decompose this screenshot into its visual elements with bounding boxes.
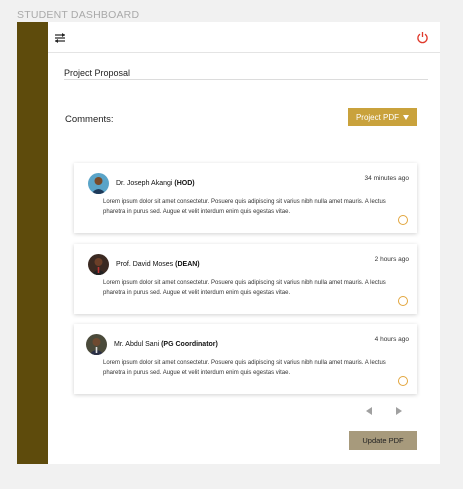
main-panel: Project Proposal Comments: Project PDF D… [48,22,440,464]
comment-text: Lorem ipsum dolor sit amet consectetur. … [103,280,386,296]
chevron-left-icon[interactable] [366,407,372,415]
comment-time: 2 hours ago [374,256,409,263]
project-pdf-label: Project PDF [355,112,400,122]
chevron-right-icon[interactable] [396,407,402,415]
top-bar [48,22,440,53]
comment-card: Dr. Joseph Akangi (HOD) 34 minutes ago L… [74,163,417,233]
commenter-name: Mr. Abdul Sani (PG Coordinator) [114,341,218,348]
avatar [88,254,109,275]
comment-card: Mr. Abdul Sani (PG Coordinator) 4 hours … [74,324,417,394]
page-title: Project Proposal [64,68,131,78]
status-circle-icon[interactable] [398,215,408,225]
update-pdf-button[interactable]: Update PDF [349,431,417,450]
sidebar [17,22,48,464]
comment-card: Prof. David Moses (DEAN) 2 hours ago Lor… [74,244,417,314]
commenter-name: Prof. David Moses (DEAN) [116,261,200,268]
comment-text: Lorem ipsum dolor sit amet consectetur. … [103,360,386,376]
avatar [88,173,109,194]
status-circle-icon[interactable] [398,296,408,306]
menu-toggle-icon[interactable] [54,31,66,43]
power-icon[interactable] [416,31,429,44]
commenter-name: Dr. Joseph Akangi (HOD) [116,180,195,187]
caret-down-icon [403,115,410,120]
comment-time: 34 minutes ago [364,175,409,182]
comment-time: 4 hours ago [374,336,409,343]
title-divider [64,79,428,80]
status-circle-icon[interactable] [398,376,408,386]
app-title: STUDENT DASHBOARD [17,9,140,21]
project-pdf-button[interactable]: Project PDF [348,108,417,126]
avatar [86,334,107,355]
comment-text: Lorem ipsum dolor sit amet consectetur. … [103,199,386,215]
comments-label: Comments: [65,114,114,125]
